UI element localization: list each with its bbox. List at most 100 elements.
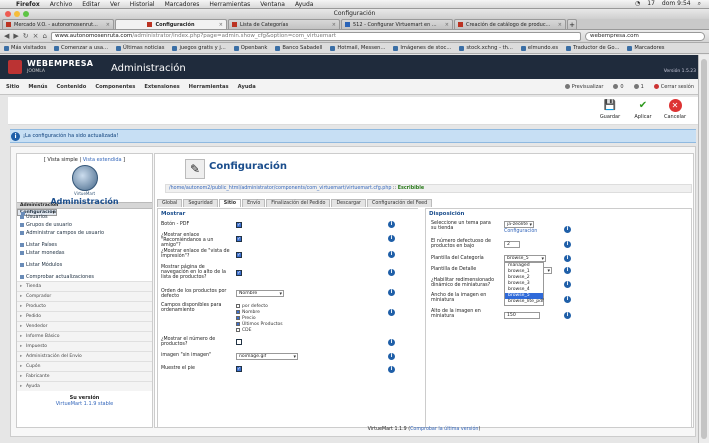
sidebar-item-paises[interactable]: Listar Países bbox=[17, 241, 152, 249]
print-view-checkbox[interactable]: ✓ bbox=[236, 252, 242, 258]
close-tab-icon[interactable]: × bbox=[558, 22, 562, 28]
minimize-window-icon[interactable] bbox=[14, 11, 20, 17]
sidebar-item-monedas[interactable]: Listar monedas bbox=[17, 249, 152, 257]
recommend-checkbox[interactable]: ✓ bbox=[236, 236, 242, 242]
dropdown-option[interactable]: browse_lite_pdf bbox=[505, 299, 544, 305]
bookmark-item[interactable]: Openbank bbox=[233, 45, 267, 51]
bookmark-item[interactable]: stock.xchng - th... bbox=[459, 45, 513, 51]
sidebar-cat-ayuda[interactable]: Ayuda bbox=[17, 381, 152, 392]
category-template-select[interactable]: browse_5 bbox=[504, 255, 546, 262]
bookmark-item[interactable]: Últimas noticias bbox=[116, 45, 164, 51]
order-select[interactable]: Nombre bbox=[236, 290, 284, 297]
per-row-input[interactable]: 2 bbox=[504, 241, 520, 248]
clock[interactable]: dom 9:54 bbox=[662, 0, 691, 8]
menu-extensiones[interactable]: Extensiones bbox=[144, 84, 179, 90]
close-tab-icon[interactable]: × bbox=[445, 22, 449, 28]
close-tab-icon[interactable]: × bbox=[219, 22, 223, 28]
preview-link[interactable]: Previsualizar bbox=[564, 83, 603, 90]
info-icon[interactable]: i bbox=[388, 269, 395, 276]
menu-herramientas-joomla[interactable]: Herramientas bbox=[189, 84, 229, 90]
close-tab-icon[interactable]: × bbox=[332, 22, 336, 28]
menu-menus[interactable]: Menús bbox=[28, 84, 47, 90]
menu-componentes[interactable]: Componentes bbox=[95, 84, 135, 90]
menu-herramientas[interactable]: Herramientas bbox=[209, 1, 250, 8]
back-icon[interactable]: ◀ bbox=[4, 32, 9, 40]
sidebar-item-usuarios[interactable]: Usuarios bbox=[17, 213, 152, 221]
sort-field-ultimos[interactable]: Últimos Productos bbox=[236, 321, 283, 327]
info-icon[interactable]: i bbox=[388, 235, 395, 242]
info-icon[interactable]: i bbox=[388, 251, 395, 258]
logout-link[interactable]: Cerrar sesión bbox=[653, 83, 694, 90]
sidebar-cat-vendedor[interactable]: Vendedor bbox=[17, 321, 152, 332]
forward-icon[interactable]: ▶ bbox=[13, 32, 18, 40]
apply-button[interactable]: ✔ Aplicar bbox=[627, 99, 659, 120]
sidebar-item-grupos[interactable]: Grupos de usuario bbox=[17, 221, 152, 229]
tab-lista-categorias[interactable]: Lista de Categorías × bbox=[228, 19, 340, 29]
thumb-height-input[interactable]: 150 bbox=[504, 312, 540, 319]
stop-icon[interactable]: × bbox=[33, 32, 39, 40]
sidebar-cat-comprador[interactable]: Comprador bbox=[17, 291, 152, 302]
sidebar-cat-producto[interactable]: Producto bbox=[17, 301, 152, 312]
theme-config-link[interactable]: Configuración bbox=[504, 229, 537, 234]
menu-marcadores[interactable]: Marcadores bbox=[165, 1, 200, 8]
info-icon[interactable]: i bbox=[564, 312, 571, 319]
bookmark-item[interactable]: Hotmail, Messen... bbox=[330, 45, 385, 51]
menu-editar[interactable]: Editar bbox=[82, 1, 100, 8]
tab-sitio[interactable]: Sitio bbox=[218, 199, 242, 207]
reload-icon[interactable]: ↻ bbox=[23, 32, 29, 40]
save-button[interactable]: 💾 Guardar bbox=[594, 99, 626, 120]
info-icon[interactable]: i bbox=[388, 221, 395, 228]
bookmarks-menu[interactable]: Marcadores bbox=[627, 45, 664, 51]
info-icon[interactable]: i bbox=[564, 255, 571, 262]
info-icon[interactable]: i bbox=[564, 241, 571, 248]
cancel-button[interactable]: ✕ Cancelar bbox=[659, 99, 691, 120]
tab-mercado[interactable]: Mercado V.O. - autonomosenrut... × bbox=[2, 19, 114, 29]
zoom-window-icon[interactable] bbox=[23, 11, 29, 17]
tab-finalizacion[interactable]: Finalización del Pedido bbox=[266, 199, 331, 207]
info-icon[interactable]: i bbox=[388, 366, 395, 373]
footer-checkbox[interactable]: ✓ bbox=[236, 366, 242, 372]
info-icon[interactable]: i bbox=[564, 296, 571, 303]
battery-indicator[interactable]: 17 bbox=[647, 0, 655, 8]
view-simple[interactable]: [ Vista simple | bbox=[44, 157, 83, 163]
info-icon[interactable]: i bbox=[564, 226, 571, 233]
sidebar-cat-envio[interactable]: Administración del Envío bbox=[17, 351, 152, 362]
info-icon[interactable]: i bbox=[564, 267, 571, 274]
wifi-icon[interactable]: ◔ bbox=[635, 0, 640, 8]
bookmark-item[interactable]: Comenzar a usa... bbox=[54, 45, 108, 51]
sidebar-item-actualizaciones[interactable]: Comprobar actualizaciones bbox=[17, 273, 152, 281]
bookmark-item[interactable]: Imágenes de stoc... bbox=[393, 45, 451, 51]
new-tab-button[interactable]: + bbox=[567, 19, 577, 29]
sidebar-cat-fabricante[interactable]: Fabricante bbox=[17, 371, 152, 382]
bookmark-item[interactable]: Más visitados bbox=[4, 45, 46, 51]
view-extended-link[interactable]: Vista extendida bbox=[83, 157, 122, 163]
page-scrollbar[interactable] bbox=[698, 55, 709, 443]
tab-feed[interactable]: Configuración del Feed bbox=[367, 199, 433, 207]
info-icon[interactable]: i bbox=[564, 281, 571, 288]
home-icon[interactable]: ⌂ bbox=[43, 32, 47, 40]
tab-configuracion[interactable]: Configuración × bbox=[115, 19, 227, 29]
bookmark-item[interactable]: Traductor de Go... bbox=[566, 45, 619, 51]
messages-count[interactable]: 0 bbox=[613, 83, 624, 90]
bookmark-item[interactable]: elmundo.es bbox=[520, 45, 558, 51]
pdf-button-checkbox[interactable]: ✓ bbox=[236, 222, 242, 228]
menu-ventana[interactable]: Ventana bbox=[260, 1, 285, 8]
menu-sitio[interactable]: Sitio bbox=[6, 84, 19, 90]
spotlight-icon[interactable]: ⌕ bbox=[698, 0, 701, 8]
tab-configurar-virtuemart[interactable]: 512 - Configurar Virtuemart en ... × bbox=[341, 19, 453, 29]
category-template-dropdown[interactable]: managed browse_1 browse_2 browse_3 brows… bbox=[504, 262, 544, 306]
version-link[interactable]: VirtueMart 1.1.9 stable bbox=[56, 401, 114, 407]
menu-firefox[interactable]: Firefox bbox=[16, 1, 40, 8]
search-input[interactable]: webempresa.com bbox=[585, 31, 705, 41]
sidebar-cat-impuesto[interactable]: Impuesto bbox=[17, 341, 152, 352]
menu-ver[interactable]: Ver bbox=[110, 1, 120, 8]
menu-ayuda[interactable]: Ayuda bbox=[295, 1, 314, 8]
menu-archivo[interactable]: Archivo bbox=[50, 1, 72, 8]
scrollbar-thumb[interactable] bbox=[701, 59, 707, 439]
sort-field-cde[interactable]: CDE bbox=[236, 327, 283, 333]
sidebar-cat-pedido[interactable]: Pedido bbox=[17, 311, 152, 322]
bookmark-item[interactable]: juegos gratis y j... bbox=[172, 45, 226, 51]
close-window-icon[interactable] bbox=[5, 11, 11, 17]
theme-select[interactable]: ja-zeolite bbox=[504, 221, 534, 228]
info-icon[interactable]: i bbox=[388, 339, 395, 346]
